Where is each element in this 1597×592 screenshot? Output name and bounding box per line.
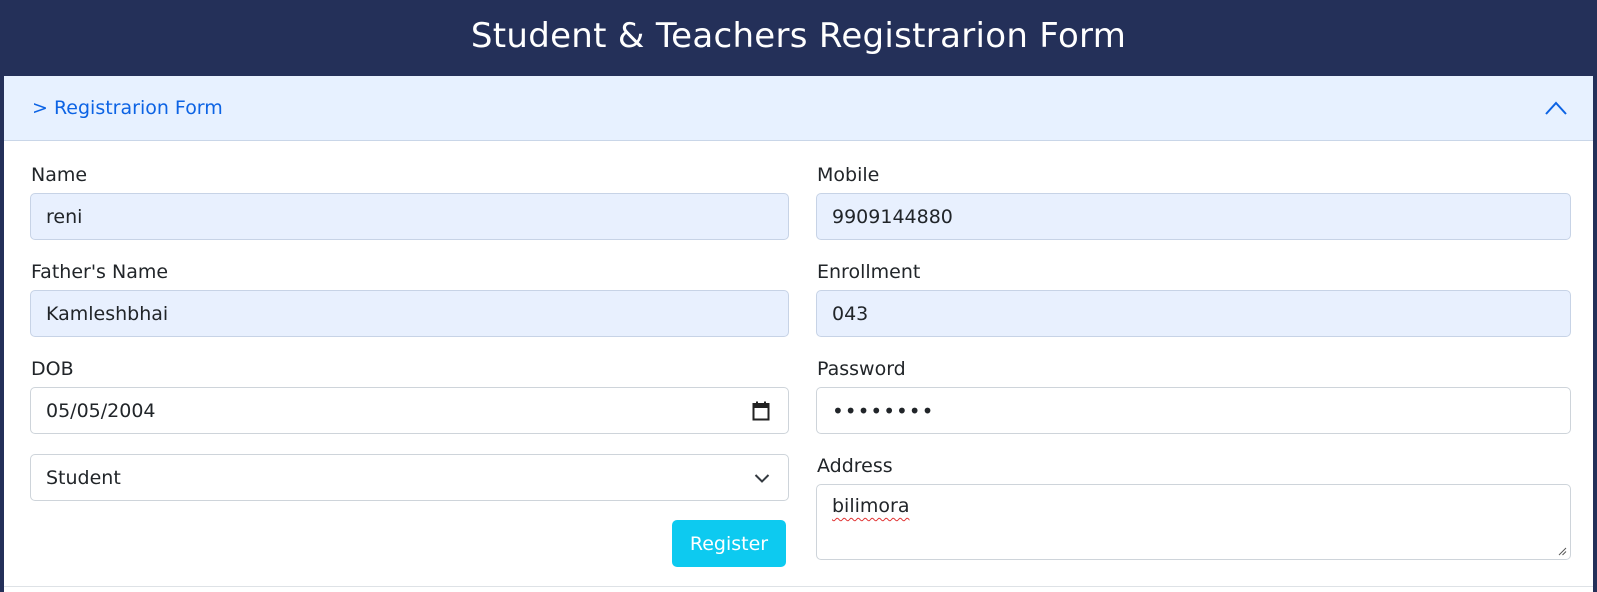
password-input[interactable]: •••••••• xyxy=(816,387,1571,434)
dob-label: DOB xyxy=(31,358,74,380)
name-input[interactable]: reni xyxy=(30,193,789,240)
dob-input[interactable]: 05/05/2004 xyxy=(30,387,789,434)
accordion-toggle[interactable]: > Registrarion Form xyxy=(4,76,1593,141)
password-label: Password xyxy=(817,358,906,380)
calendar-icon[interactable] xyxy=(752,401,770,421)
enrollment-label: Enrollment xyxy=(817,261,921,283)
mobile-value: 9909144880 xyxy=(832,205,953,228)
name-value: reni xyxy=(46,205,83,228)
role-selected-value: Student xyxy=(46,466,121,489)
father-name-input[interactable]: Kamleshbhai xyxy=(30,290,789,337)
dob-value: 05/05/2004 xyxy=(46,399,156,422)
password-masked-value: •••••••• xyxy=(832,398,935,423)
mobile-label: Mobile xyxy=(817,164,880,186)
address-textarea[interactable]: bilimora xyxy=(816,484,1571,560)
father-name-label: Father's Name xyxy=(31,261,169,283)
name-label: Name xyxy=(31,164,88,186)
father-name-value: Kamleshbhai xyxy=(46,302,169,325)
address-label: Address xyxy=(817,455,893,477)
enrollment-input[interactable]: 043 xyxy=(816,290,1571,337)
page-header: Student & Teachers Registrarion Form xyxy=(0,0,1597,76)
address-value: bilimora xyxy=(832,495,910,517)
chevron-down-icon xyxy=(754,474,770,483)
role-select[interactable]: Student xyxy=(30,454,789,501)
register-button[interactable]: Register xyxy=(672,520,786,567)
accordion-title: > Registrarion Form xyxy=(32,97,223,119)
chevron-up-icon xyxy=(1545,101,1567,115)
page-title: Student & Teachers Registrarion Form xyxy=(470,16,1127,56)
enrollment-value: 043 xyxy=(832,302,869,325)
section-divider xyxy=(4,586,1593,587)
resize-grip-icon[interactable] xyxy=(1557,546,1567,556)
mobile-input[interactable]: 9909144880 xyxy=(816,193,1571,240)
